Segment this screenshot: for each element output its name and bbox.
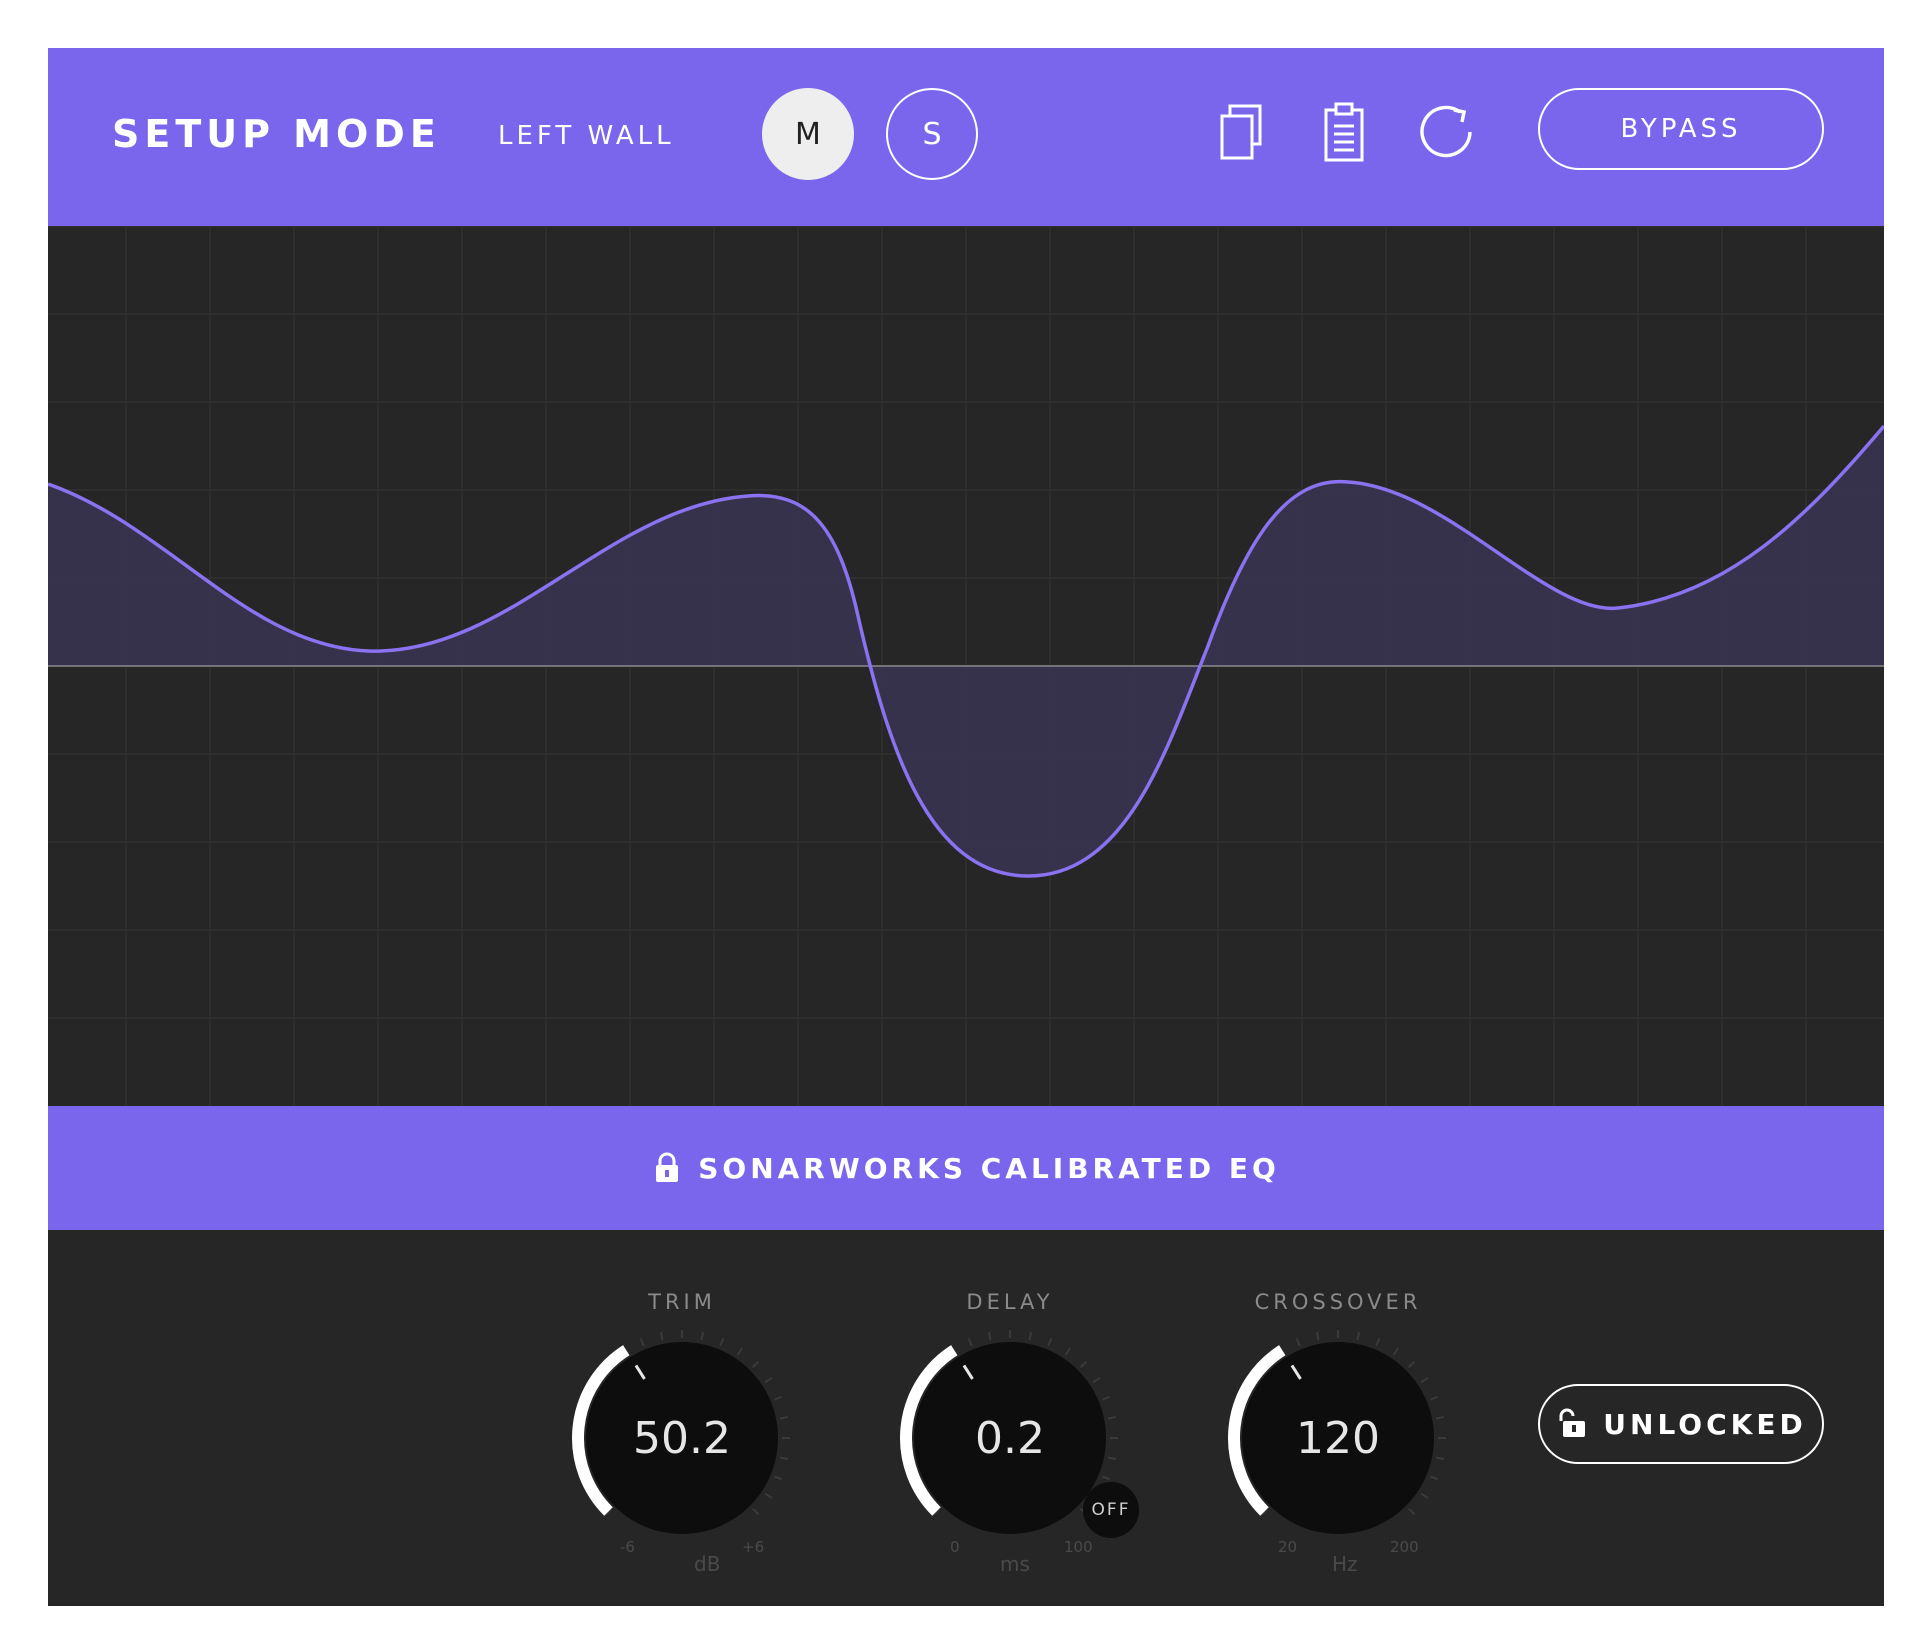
eq-response-graph <box>48 226 1884 1106</box>
delay-unit-label: ms <box>1000 1552 1030 1576</box>
trim-label: TRIM <box>648 1290 716 1314</box>
crossover-knob[interactable]: 120 <box>1218 1318 1458 1558</box>
knob-tick <box>1107 1456 1117 1461</box>
trim-knob[interactable]: 50.2 <box>562 1318 802 1558</box>
delay-label: DELAY <box>966 1290 1054 1314</box>
knob-tick <box>1295 1337 1301 1346</box>
knob-tick <box>1064 1347 1071 1356</box>
knob-tick <box>967 1337 973 1346</box>
knob-tick <box>1435 1415 1445 1420</box>
knob-tick <box>1080 1360 1088 1368</box>
mid-button[interactable]: M <box>762 88 854 180</box>
unlock-icon <box>1559 1408 1586 1437</box>
knob-tick <box>1430 1475 1439 1481</box>
unlocked-label: UNLOCKED <box>1603 1407 1807 1441</box>
delay-off-toggle[interactable]: OFF <box>1083 1482 1139 1538</box>
knob-tick <box>659 1331 664 1341</box>
crossover-min-label: 20 <box>1278 1538 1298 1556</box>
knob-tick <box>1408 1360 1416 1368</box>
knob-body <box>914 1342 1106 1534</box>
knob-tick <box>764 1492 773 1499</box>
reset-icon[interactable] <box>1412 98 1482 168</box>
knob-body <box>1242 1342 1434 1534</box>
knob-tick <box>1102 1475 1111 1481</box>
trim-max-label: +6 <box>742 1538 765 1556</box>
knob-tick <box>779 1415 789 1420</box>
lock-icon <box>656 1152 679 1182</box>
knob-tick <box>736 1347 743 1356</box>
knob-tick <box>1047 1337 1053 1346</box>
knob-tick <box>1092 1377 1101 1384</box>
knob-tick <box>1408 1508 1416 1516</box>
preset-bar[interactable]: SONARWORKS CALIBRATED EQ <box>48 1106 1884 1230</box>
knob-tick <box>1392 1347 1399 1356</box>
unlocked-button[interactable]: UNLOCKED <box>1538 1384 1824 1464</box>
knob-tick <box>719 1337 725 1346</box>
knob-tick <box>779 1456 789 1461</box>
knob-tick <box>987 1331 992 1341</box>
crossover-label: CROSSOVER <box>1254 1290 1422 1314</box>
speaker-position-label[interactable]: LEFT WALL <box>498 116 675 156</box>
paste-icon[interactable] <box>1310 98 1380 168</box>
knob-body <box>586 1342 778 1534</box>
knob-tick <box>752 1360 760 1368</box>
delay-max-label: 100 <box>1064 1538 1093 1556</box>
knob-tick <box>752 1508 760 1516</box>
copy-icon[interactable] <box>1208 98 1278 168</box>
knob-tick <box>1420 1377 1429 1384</box>
delay-min-label: 0 <box>950 1538 960 1556</box>
trim-min-label: -6 <box>620 1538 635 1556</box>
setup-mode-title: SETUP MODE <box>112 112 441 156</box>
knob-tick <box>639 1337 645 1346</box>
trim-unit-label: dB <box>694 1552 721 1576</box>
knob-tick <box>1435 1456 1445 1461</box>
knob-tick <box>700 1331 705 1341</box>
knob-tick <box>1028 1331 1033 1341</box>
knob-tick <box>1356 1331 1361 1341</box>
knob-tick <box>1102 1395 1111 1401</box>
knob-tick <box>774 1395 783 1401</box>
knob-tick <box>1430 1395 1439 1401</box>
crossover-unit-label: Hz <box>1332 1552 1358 1576</box>
knob-tick <box>774 1475 783 1481</box>
crossover-max-label: 200 <box>1390 1538 1419 1556</box>
knob-tick <box>764 1377 773 1384</box>
bypass-button[interactable]: BYPASS <box>1538 88 1824 170</box>
knob-tick <box>1375 1337 1381 1346</box>
plugin-window: SETUP MODE LEFT WALL M S BYPASS SONARWOR… <box>48 48 1884 1606</box>
knob-tick <box>1420 1492 1429 1499</box>
knob-tick <box>1315 1331 1320 1341</box>
side-button[interactable]: S <box>886 88 978 180</box>
header-bar: SETUP MODE LEFT WALL M S BYPASS <box>48 48 1884 226</box>
knob-tick <box>1107 1415 1117 1420</box>
preset-name: SONARWORKS CALIBRATED EQ <box>698 1151 1280 1185</box>
